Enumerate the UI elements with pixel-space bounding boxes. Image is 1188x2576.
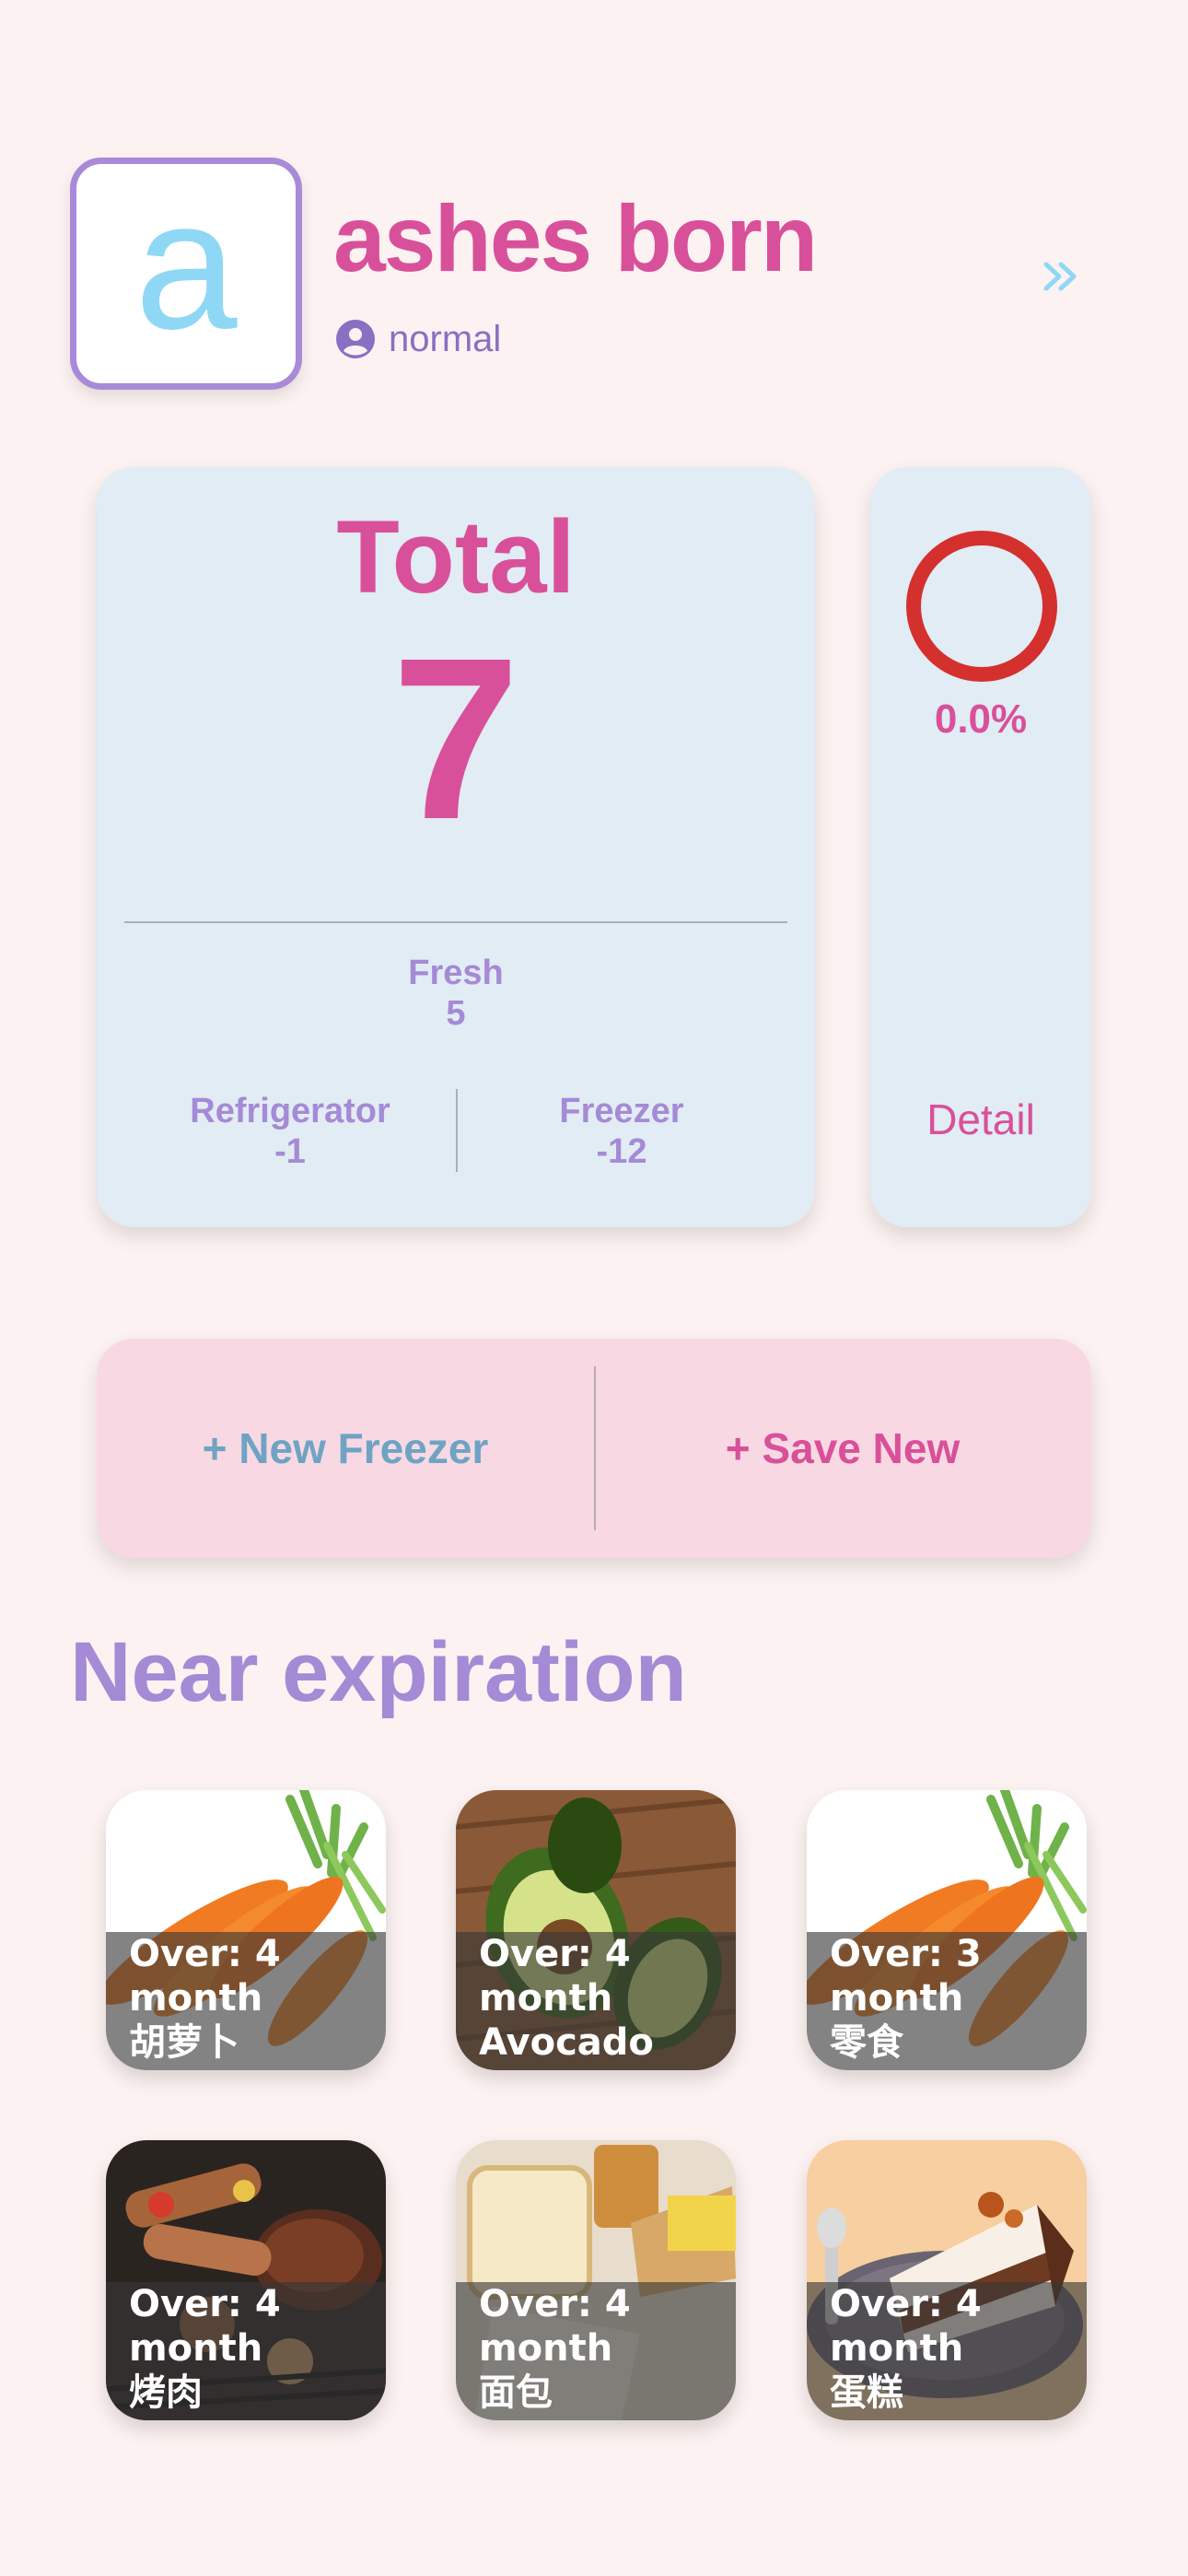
food-card[interactable]: Over: 4 month 烤肉 — [106, 2140, 386, 2420]
fresh-label: Fresh — [408, 954, 504, 992]
user-name: ashes born — [333, 186, 818, 291]
new-freezer-button[interactable]: + New Freezer — [97, 1339, 594, 1558]
food-card[interactable]: Over: 4 month 蛋糕 — [807, 2140, 1087, 2420]
save-new-button[interactable]: + Save New — [594, 1339, 1091, 1558]
food-expiry-line: Over: 4 — [830, 2283, 982, 2325]
food-expiry-line: Over: 4 — [129, 1933, 281, 1975]
food-name: 烤肉 — [129, 2371, 203, 2414]
food-expiry-line: Over: 3 — [830, 1933, 982, 1975]
progress-percent: 0.0% — [934, 697, 1028, 742]
progress-ring — [906, 531, 1057, 682]
progress-card[interactable]: 0.0% Detail — [870, 467, 1091, 1227]
avatar[interactable]: a — [70, 158, 302, 390]
food-expiry-unit: month — [830, 2327, 964, 2370]
food-expiry-line: Over: 4 — [479, 2283, 631, 2325]
food-label: Over: 3 month 零食 — [830, 1932, 982, 2065]
food-expiry-unit: month — [129, 2327, 263, 2370]
food-expiry-line: Over: 4 — [129, 2283, 281, 2325]
detail-link[interactable]: Detail — [870, 1094, 1091, 1145]
stat-divider — [456, 1089, 458, 1172]
freezer-count: -12 — [596, 1132, 647, 1171]
food-expiry-unit: month — [479, 2327, 613, 2370]
near-expiration-title: Near expiration — [70, 1625, 687, 1719]
avatar-letter: a — [134, 162, 238, 368]
freezer-label: Freezer — [559, 1092, 684, 1130]
divider — [124, 921, 787, 923]
food-name: Avocado — [479, 2021, 654, 2064]
food-card[interactable]: Over: 4 month Avocado — [456, 1790, 736, 2070]
total-count: 7 — [391, 610, 520, 867]
food-label: Over: 4 month 烤肉 — [129, 2282, 281, 2415]
total-summary-card: Total 7 Fresh 5 Refrigerator -1 Freezer … — [97, 467, 815, 1227]
food-card[interactable]: Over: 4 month 胡萝卜 — [106, 1790, 386, 2070]
food-card[interactable]: Over: 3 month 零食 — [807, 1790, 1087, 2070]
progress-ring-track — [906, 531, 1057, 682]
food-expiry-unit: month — [830, 1977, 964, 2020]
food-expiry-unit: month — [479, 1977, 613, 2020]
user-role: normal — [389, 319, 502, 359]
food-label: Over: 4 month 胡萝卜 — [129, 1932, 281, 2065]
food-label: Over: 4 month 面包 — [479, 2282, 631, 2415]
food-name: 零食 — [830, 2021, 903, 2064]
food-card[interactable]: Over: 4 month 面包 — [456, 2140, 736, 2420]
refrigerator-label: Refrigerator — [190, 1092, 390, 1130]
food-label: Over: 4 month Avocado — [479, 1932, 654, 2065]
food-expiry-unit: month — [129, 1977, 263, 2020]
fresh-count: 5 — [446, 994, 466, 1033]
total-title: Total — [336, 499, 576, 615]
food-name: 蛋糕 — [830, 2371, 903, 2414]
action-card: + New Freezer + Save New — [97, 1339, 1091, 1558]
food-label: Over: 4 month 蛋糕 — [830, 2282, 982, 2415]
refrigerator-count: -1 — [274, 1132, 306, 1171]
food-expiry-line: Over: 4 — [479, 1933, 631, 1975]
double-chevron-right-icon[interactable] — [1039, 253, 1085, 299]
food-name: 胡萝卜 — [129, 2021, 239, 2064]
food-name: 面包 — [479, 2371, 553, 2414]
user-circle-icon — [336, 320, 375, 358]
